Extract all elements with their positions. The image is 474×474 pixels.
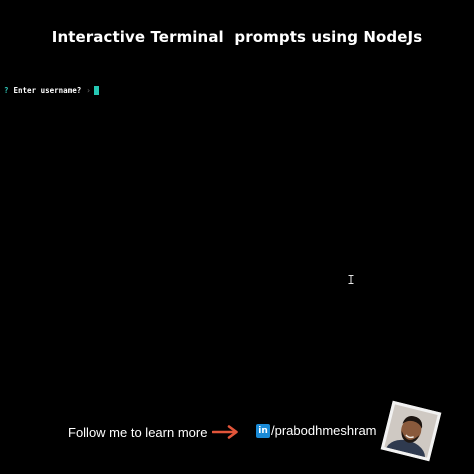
linkedin-icon[interactable]: in xyxy=(256,424,270,438)
follow-text: Follow me to learn more xyxy=(68,425,208,440)
text-cursor xyxy=(93,86,99,95)
ibeam-cursor-icon xyxy=(348,275,354,284)
prompt-line: ? Enter username? › xyxy=(4,86,99,95)
terminal-window[interactable]: ? Enter username? › xyxy=(0,56,474,396)
prompt-separator: › xyxy=(86,86,91,95)
linkedin-handle[interactable]: /prabodhmeshram xyxy=(271,423,377,438)
right-arrow-icon xyxy=(212,425,238,439)
prompt-question-mark: ? xyxy=(4,86,9,95)
profile-avatar xyxy=(380,400,442,462)
prompt-label: Enter username? xyxy=(13,86,82,95)
page-title: Interactive Terminal prompts using NodeJ… xyxy=(51,28,423,46)
slide: Interactive Terminal prompts using NodeJ… xyxy=(0,0,474,474)
